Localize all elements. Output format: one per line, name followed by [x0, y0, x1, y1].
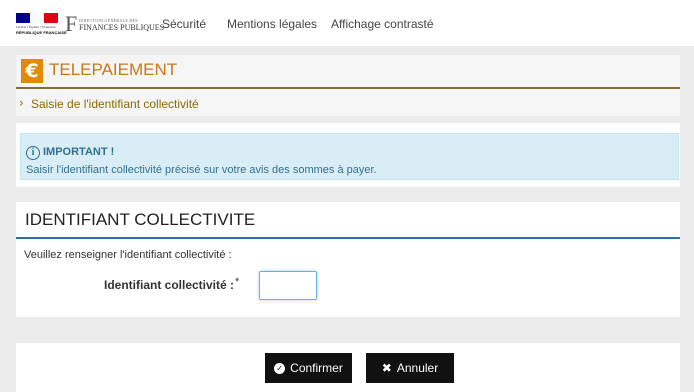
close-icon: ✖ — [381, 361, 392, 375]
info-icon: i — [26, 146, 40, 160]
check-circle-icon: ✓ — [274, 362, 286, 374]
identifiant-collectivite-input[interactable] — [259, 271, 317, 300]
alert-text: Saisir l'identifiant collectivité précis… — [26, 164, 377, 176]
top-bar: Liberté • Égalité • Fraternité RÉPUBLIQU… — [0, 0, 694, 46]
alert-title: IMPORTANT ! — [43, 146, 115, 158]
chevron-right-icon: › — [19, 96, 24, 110]
cancel-button[interactable]: ✖ Annuler — [366, 353, 454, 383]
dgfip-f-icon: F — [65, 11, 78, 36]
logo-motto: Liberté • Égalité • Fraternité — [16, 25, 56, 29]
form-title-divider — [16, 237, 680, 239]
logo-republique-text: RÉPUBLIQUE FRANÇAISE — [16, 30, 67, 35]
form-title: IDENTIFIANT COLLECTIVITE — [25, 210, 256, 229]
breadcrumb-current-step: Saisie de l'identifiant collectivité — [31, 97, 199, 111]
required-marker: * — [235, 276, 240, 288]
page-header: € TELEPAIEMENT — [16, 55, 680, 87]
confirm-button-label: Confirmer — [290, 361, 343, 375]
identifiant-collectivite-label: Identifiant collectivité : — [104, 278, 235, 292]
dgfip-logo[interactable]: F DIRECTION GÉNÉRALE DES FINANCES PUBLIQ… — [65, 11, 164, 36]
page-title: TELEPAIEMENT — [49, 60, 178, 79]
nav-link-securite[interactable]: Sécurité — [162, 17, 206, 31]
cancel-button-label: Annuler — [396, 361, 439, 375]
confirm-button[interactable]: ✓ Confirmer — [265, 353, 352, 383]
euro-icon: € — [21, 59, 43, 83]
french-flag-icon — [16, 13, 58, 23]
form-instructions: Veuillez renseigner l'identifiant collec… — [24, 249, 232, 261]
nav-link-mentions-legales[interactable]: Mentions légales — [227, 17, 317, 31]
republique-francaise-logo[interactable]: Liberté • Égalité • Fraternité RÉPUBLIQU… — [16, 13, 67, 35]
nav-link-affichage-contraste[interactable]: Affichage contrasté — [331, 17, 434, 31]
dgfip-logo-line2: FINANCES PUBLIQUES — [79, 23, 165, 32]
